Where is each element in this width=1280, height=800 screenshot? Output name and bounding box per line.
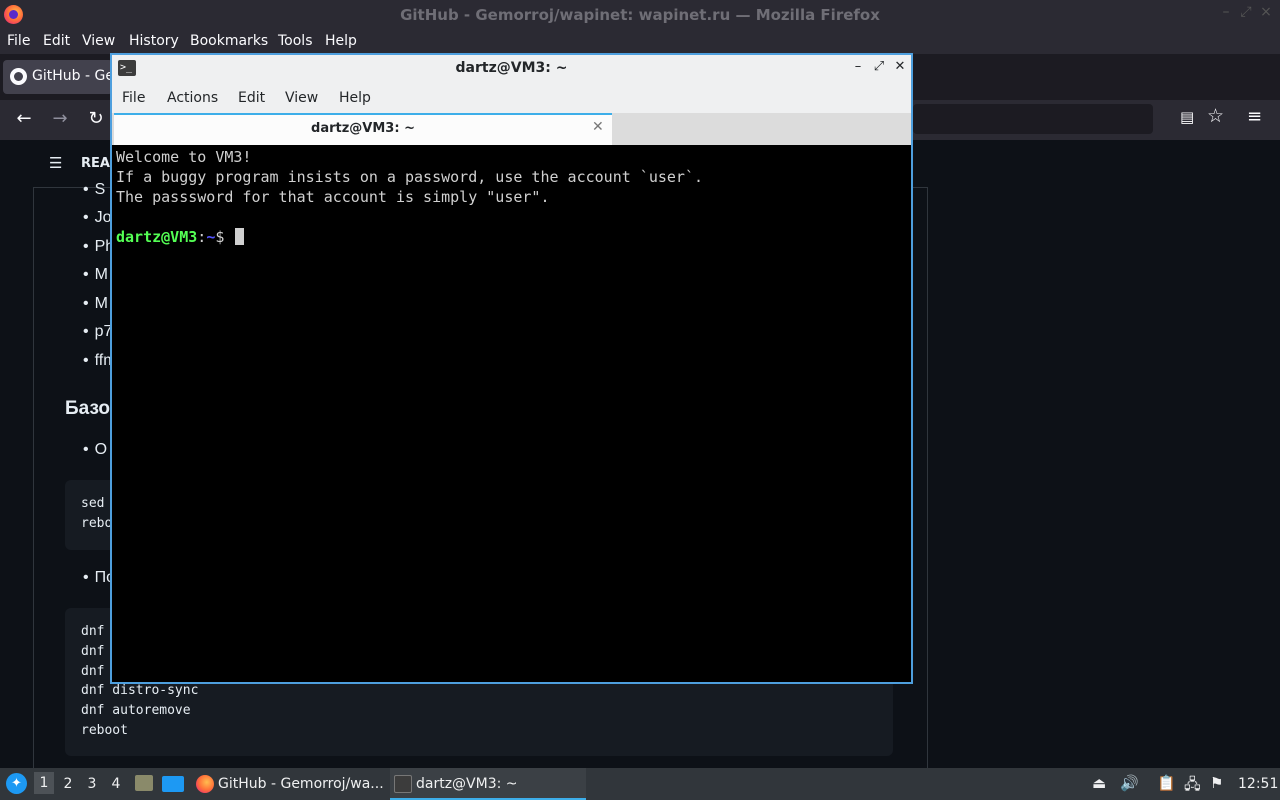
menu-view[interactable]: View (82, 33, 115, 49)
url-bar[interactable] (913, 104, 1153, 134)
menu-tools[interactable]: Tools (278, 33, 313, 49)
terminal-screen[interactable]: Welcome to VM3! If a buggy program insis… (114, 147, 909, 682)
terminal-titlebar[interactable]: >_ dartz@VM3: ~ – ⤢ ✕ (112, 55, 911, 83)
minimize-icon[interactable]: – (850, 59, 866, 74)
terminal-menu-view[interactable]: View (285, 90, 318, 106)
code-line: dnf autoremove (81, 703, 191, 718)
file-manager-icon[interactable] (135, 775, 153, 791)
section-heading: Базо (65, 398, 111, 419)
terminal-output-line: The passsword for that account is simply… (116, 188, 550, 206)
app-launcher-icon[interactable]: ✦ (6, 773, 27, 794)
terminal-menu-edit[interactable]: Edit (238, 90, 265, 106)
terminal-tab-label: dartz@VM3: ~ (311, 121, 415, 136)
list-item: Jo (83, 209, 112, 227)
network-icon[interactable]: 🖧 (1184, 774, 1201, 799)
terminal-title: dartz@VM3: ~ (455, 60, 568, 76)
code-line: reboot (81, 723, 128, 738)
code-line: sed (81, 496, 105, 511)
terminal-output-line: If a buggy program insists on a password… (116, 168, 703, 186)
reader-view-icon[interactable]: ▤ (1180, 108, 1198, 128)
taskbar-firefox[interactable]: GitHub - Gemorroj/wa... (192, 768, 388, 800)
menu-edit[interactable]: Edit (43, 33, 70, 49)
menu-file[interactable]: File (7, 33, 30, 49)
menu-history[interactable]: History (129, 33, 179, 49)
taskbar-task-label: dartz@VM3: ~ (416, 776, 518, 792)
terminal-prompt: dartz@VM3:~$ (116, 228, 245, 246)
maximize-icon[interactable]: ⤢ (871, 59, 887, 74)
list-item: О (83, 441, 107, 459)
forward-icon[interactable]: → (48, 108, 72, 129)
volume-icon[interactable]: 🔊 (1120, 774, 1139, 792)
tray-up-icon[interactable]: ⏏ (1092, 774, 1106, 792)
terminal-tabbar: dartz@VM3: ~ ✕ (112, 113, 911, 145)
code-line: dnf (81, 644, 105, 659)
code-line: dnf distro-sync (81, 683, 199, 698)
terminal-window[interactable]: >_ dartz@VM3: ~ – ⤢ ✕ File Actions Edit … (110, 53, 913, 684)
code-line: dnf (81, 624, 105, 639)
outline-list-icon[interactable]: ☰ (49, 154, 62, 172)
taskbar-terminal[interactable]: dartz@VM3: ~ (390, 768, 586, 800)
list-item: p7 (83, 323, 113, 341)
text-cursor (235, 228, 245, 245)
clock[interactable]: 12:51 (1238, 776, 1278, 792)
firefox-icon (196, 775, 214, 793)
list-item: S (83, 181, 106, 199)
terminal-menubar: File Actions Edit View Help (112, 83, 911, 113)
browser-tab[interactable]: GitHub - Gemorroj/wapinet: wapinet.ru (3, 60, 113, 94)
firefox-menubar: File Edit View History Bookmarks Tools H… (0, 30, 1280, 54)
desktop-1[interactable]: 1 (34, 772, 54, 794)
taskbar: ✦ 1 2 3 4 GitHub - Gemorroj/wa... dartz@… (0, 768, 1280, 800)
terminal-tab[interactable]: dartz@VM3: ~ ✕ (114, 113, 612, 145)
desktop-4[interactable]: 4 (106, 776, 126, 792)
reload-icon[interactable]: ↻ (84, 108, 108, 129)
close-icon[interactable]: × (1258, 4, 1274, 24)
back-icon[interactable]: ← (12, 108, 36, 129)
list-item: M (83, 295, 108, 313)
browser-tab-label: GitHub - Gemorroj/wapinet: wapinet.ru (32, 68, 112, 84)
menu-help[interactable]: Help (325, 33, 357, 49)
updates-icon[interactable]: ⚑ (1210, 774, 1223, 792)
tab-close-icon[interactable]: ✕ (592, 119, 604, 135)
code-line: dnf (81, 664, 105, 679)
terminal-menu-help[interactable]: Help (339, 90, 371, 106)
firefox-titlebar: GitHub - Gemorroj/wapinet: wapinet.ru — … (0, 0, 1280, 30)
list-item: M (83, 266, 108, 284)
bookmark-star-icon[interactable]: ☆ (1207, 105, 1224, 127)
desktop-2[interactable]: 2 (58, 776, 78, 792)
prompt-dir: ~ (206, 228, 216, 246)
prompt-user: dartz@VM3 (116, 228, 198, 246)
terminal-output-line: Welcome to VM3! (116, 148, 252, 166)
code-line: rebo (81, 516, 113, 531)
maximize-icon[interactable]: ⤢ (1238, 4, 1254, 24)
window-title: GitHub - Gemorroj/wapinet: wapinet.ru — … (400, 6, 880, 24)
show-desktop-icon[interactable] (162, 776, 184, 792)
clipboard-icon[interactable]: 📋 (1157, 774, 1176, 792)
menu-bookmarks[interactable]: Bookmarks (190, 33, 268, 49)
hamburger-menu-icon[interactable]: ≡ (1247, 106, 1262, 127)
prompt-symbol: $ (215, 228, 234, 246)
close-icon[interactable]: ✕ (892, 59, 908, 74)
minimize-icon[interactable]: – (1218, 4, 1234, 24)
github-icon (10, 68, 27, 85)
taskbar-task-label: GitHub - Gemorroj/wa... (218, 776, 384, 792)
terminal-icon (394, 775, 412, 793)
desktop-3[interactable]: 3 (82, 776, 102, 792)
prompt-colon: : (197, 228, 207, 246)
terminal-menu-actions[interactable]: Actions (167, 90, 218, 106)
terminal-menu-file[interactable]: File (122, 90, 145, 106)
